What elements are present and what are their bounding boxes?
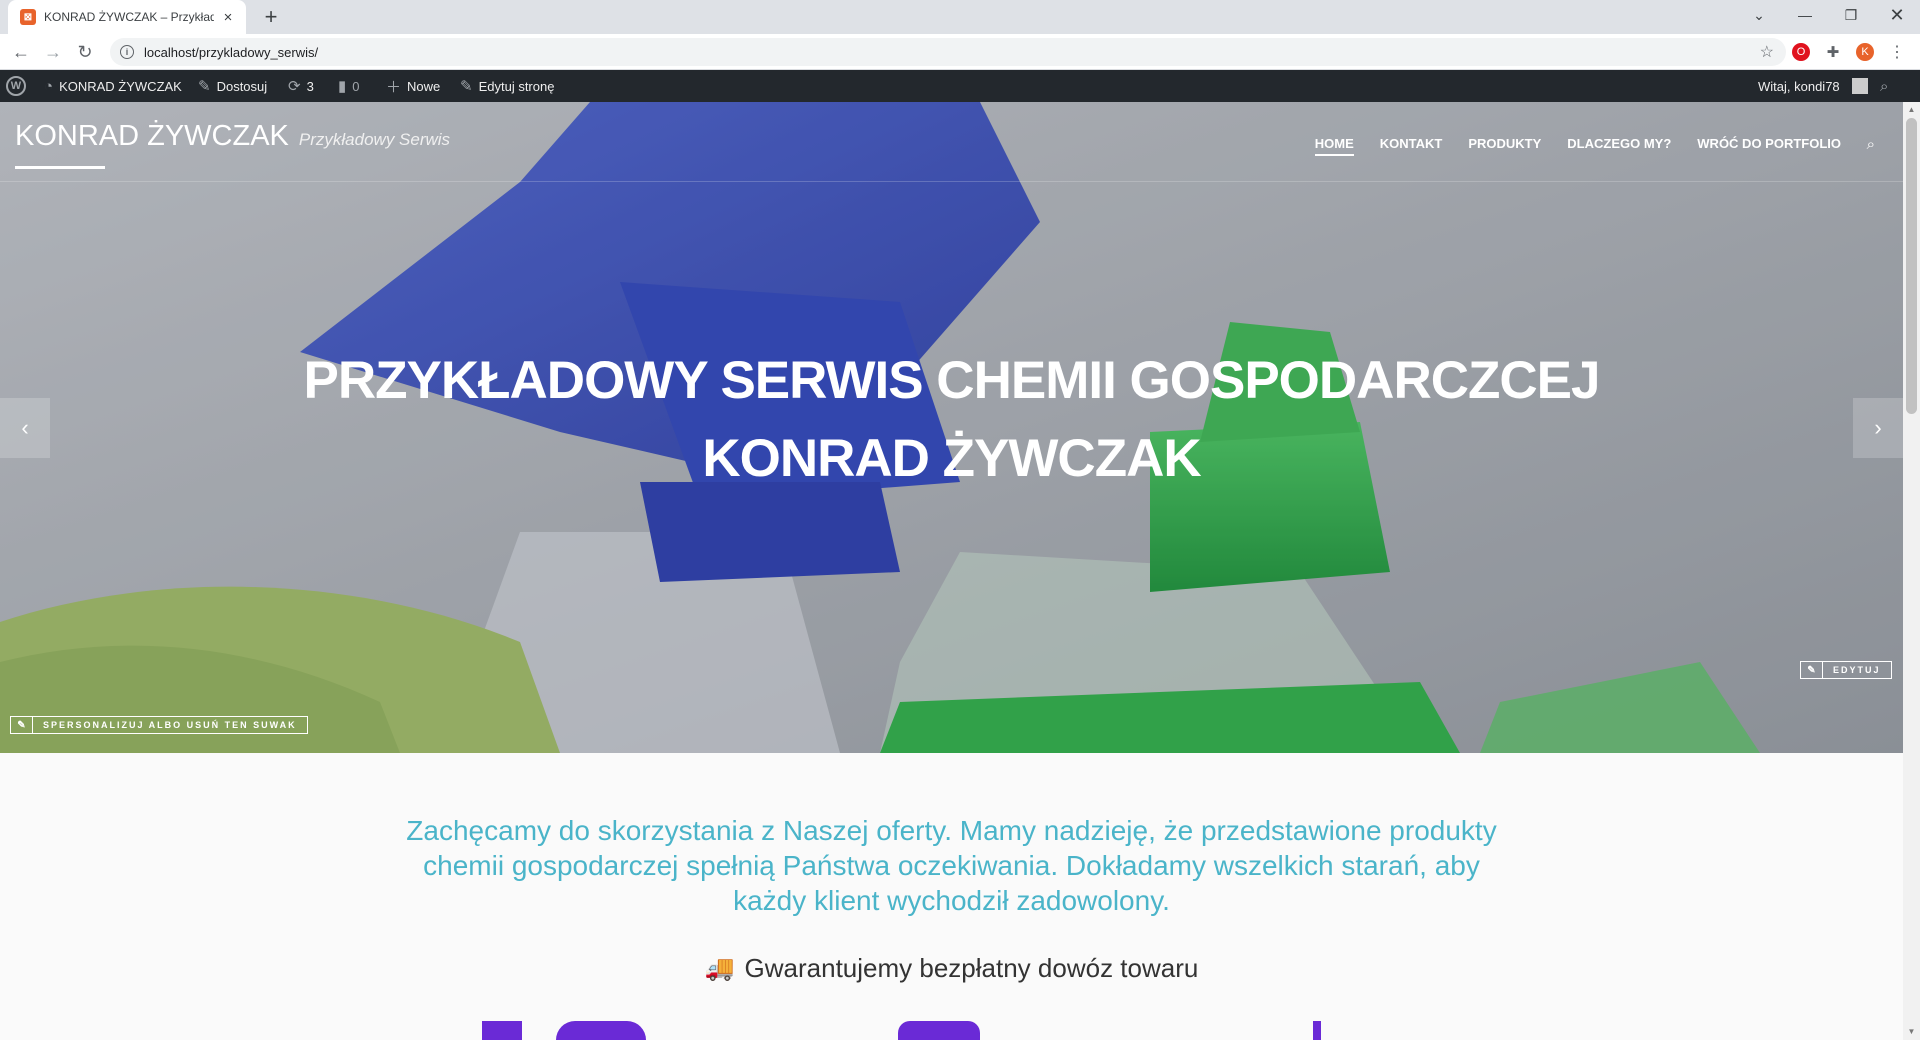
adminbar-updates[interactable]: ⟳ 3 <box>288 70 314 102</box>
comment-bubble-icon: ▮ <box>338 78 347 95</box>
adminbar-search-icon[interactable]: ⌕ <box>1880 70 1888 102</box>
adminbar-new-label: Nowe <box>407 78 441 94</box>
nav-portfolio[interactable]: WRÓĆ DO PORTFOLIO <box>1697 136 1841 156</box>
back-arrow-icon[interactable]: ← <box>8 39 34 65</box>
tab-title: KONRAD ŻYWCZAK – Przykładowy Serwis <box>44 10 214 24</box>
browser-menu-icon[interactable]: ⋮ <box>1888 43 1906 61</box>
address-url[interactable]: localhost/przykladowy_serwis/ <box>144 45 318 60</box>
window-close-button[interactable]: ✕ <box>1874 0 1920 30</box>
scroll-down-icon[interactable]: ▼ <box>1903 1024 1920 1040</box>
page-content: Zachęcamy do skorzystania z Naszej ofert… <box>0 753 1903 1040</box>
minimize-button[interactable]: — <box>1782 0 1828 30</box>
adminbar-greeting: Witaj, kondi78 <box>1758 78 1840 94</box>
delivery-note: 🚚 Gwarantujemy bezpłatny dowóz towaru <box>0 953 1903 984</box>
site-favicon-icon: ⊠ <box>20 9 36 25</box>
customize-slider-label: SPERSONALIZUJ ALBO USUŃ TEN SUWAK <box>43 720 297 730</box>
scroll-up-icon[interactable]: ▲ <box>1903 102 1920 118</box>
adminbar-edit-label: Edytuj stronę <box>478 78 555 94</box>
edit-slide-label: EDYTUJ <box>1833 665 1881 675</box>
header-search-icon[interactable]: ⌕ <box>1867 136 1875 153</box>
adminbar-new[interactable]: ＋ Nowe <box>386 70 440 102</box>
user-avatar <box>1851 78 1868 94</box>
page-scrollbar[interactable]: ▲ ▼ <box>1903 102 1920 1040</box>
pencil-icon: ✎ <box>460 78 473 95</box>
restore-button[interactable]: ❐ <box>1828 0 1874 30</box>
hero-title-line1: PRZYKŁADOWY SERWIS CHEMII GOSPODARCZCEJ <box>303 351 1601 410</box>
site-title[interactable]: KONRAD ŻYWCZAK <box>15 120 289 153</box>
brand-underline <box>15 166 105 169</box>
intro-text: Zachęcamy do skorzystania z Naszej ofert… <box>406 815 1497 916</box>
slider-next-arrow-icon[interactable]: › <box>1853 398 1903 458</box>
feature-icon-partial <box>482 1021 522 1040</box>
extensions-puzzle-icon[interactable]: ✚ <box>1824 43 1842 61</box>
wordpress-logo-icon[interactable]: W <box>6 70 26 102</box>
slider-prev-arrow-icon[interactable]: ‹ <box>0 398 50 458</box>
browser-tab-bar: ⊠ KONRAD ŻYWCZAK – Przykładowy Serwis × … <box>0 0 1920 34</box>
customize-slider-button[interactable]: ✎ SPERSONALIZUJ ALBO USUŃ TEN SUWAK <box>10 716 308 734</box>
feature-icon-partial <box>898 1021 980 1040</box>
hero-title-line2: KONRAD ŻYWCZAK <box>702 429 1201 488</box>
reload-icon[interactable]: ↻ <box>72 39 98 65</box>
adminbar-comments[interactable]: ▮ 0 <box>338 70 360 102</box>
tab-search-icon[interactable]: ⌄ <box>1736 0 1782 30</box>
updates-icon: ⟳ <box>288 78 301 95</box>
browser-tab[interactable]: ⊠ KONRAD ŻYWCZAK – Przykładowy Serwis × <box>8 0 246 34</box>
brush-icon: ✎ <box>198 78 211 95</box>
updates-count: 3 <box>306 78 314 94</box>
hero-title: PRZYKŁADOWY SERWIS CHEMII GOSPODARCZCEJ … <box>0 342 1903 498</box>
nav-kontakt[interactable]: KONTAKT <box>1380 136 1443 156</box>
scrollbar-thumb[interactable] <box>1906 118 1917 414</box>
delivery-text: Gwarantujemy bezpłatny dowóz towaru <box>744 953 1199 983</box>
adminbar-site-name: KONRAD ŻYWCZAK <box>59 78 182 94</box>
plus-icon: ＋ <box>386 78 402 96</box>
nav-home[interactable]: HOME <box>1314 136 1354 156</box>
address-bar[interactable]: i localhost/przykladowy_serwis/ ☆ <box>110 38 1786 66</box>
profile-avatar[interactable]: K <box>1856 43 1874 61</box>
edit-slide-button[interactable]: ✎ EDYTUJ <box>1800 661 1892 679</box>
adminbar-account[interactable]: Witaj, kondi78 <box>1758 70 1868 102</box>
pencil-icon: ✎ <box>11 717 33 733</box>
feature-icon-partial <box>556 1021 646 1040</box>
comments-count: 0 <box>352 78 360 94</box>
adminbar-customize[interactable]: ✎ Dostosuj <box>198 70 267 102</box>
opera-extension-icon[interactable]: O <box>1792 43 1810 61</box>
browser-toolbar: ← → ↻ i localhost/przykladowy_serwis/ ☆ … <box>0 34 1920 70</box>
wp-admin-bar: W ◔ KONRAD ŻYWCZAK ✎ Dostosuj ⟳ 3 ▮ 0 ＋ … <box>0 70 1920 102</box>
site-tagline: Przykładowy Serwis <box>298 130 451 149</box>
site-branding[interactable]: KONRAD ŻYWCZAK Przykładowy Serwis <box>15 120 450 153</box>
site-info-icon[interactable]: i <box>120 45 134 59</box>
tab-close-icon[interactable]: × <box>220 9 236 26</box>
feature-icon-partial <box>1313 1021 1321 1040</box>
adminbar-site-link[interactable]: ◔ KONRAD ŻYWCZAK <box>44 70 182 102</box>
nav-dlaczego-my[interactable]: DLACZEGO MY? <box>1567 136 1671 156</box>
hero-slider: KONRAD ŻYWCZAK Przykładowy Serwis HOME K… <box>0 102 1903 753</box>
main-navigation: HOME KONTAKT PRODUKTY DLACZEGO MY? WRÓĆ … <box>1314 136 1841 156</box>
new-tab-button[interactable]: + <box>258 4 284 30</box>
nav-produkty[interactable]: PRODUKTY <box>1468 136 1541 156</box>
adminbar-edit-page[interactable]: ✎ Edytuj stronę <box>460 70 554 102</box>
pencil-icon: ✎ <box>1801 662 1823 678</box>
site-header: KONRAD ŻYWCZAK Przykładowy Serwis HOME K… <box>0 102 1903 182</box>
bookmark-star-icon[interactable]: ☆ <box>1760 42 1774 62</box>
forward-arrow-icon[interactable]: → <box>40 39 66 65</box>
adminbar-customize-label: Dostosuj <box>216 78 268 94</box>
dashboard-icon: ◔ <box>44 77 54 95</box>
truck-icon: 🚚 <box>704 955 735 982</box>
